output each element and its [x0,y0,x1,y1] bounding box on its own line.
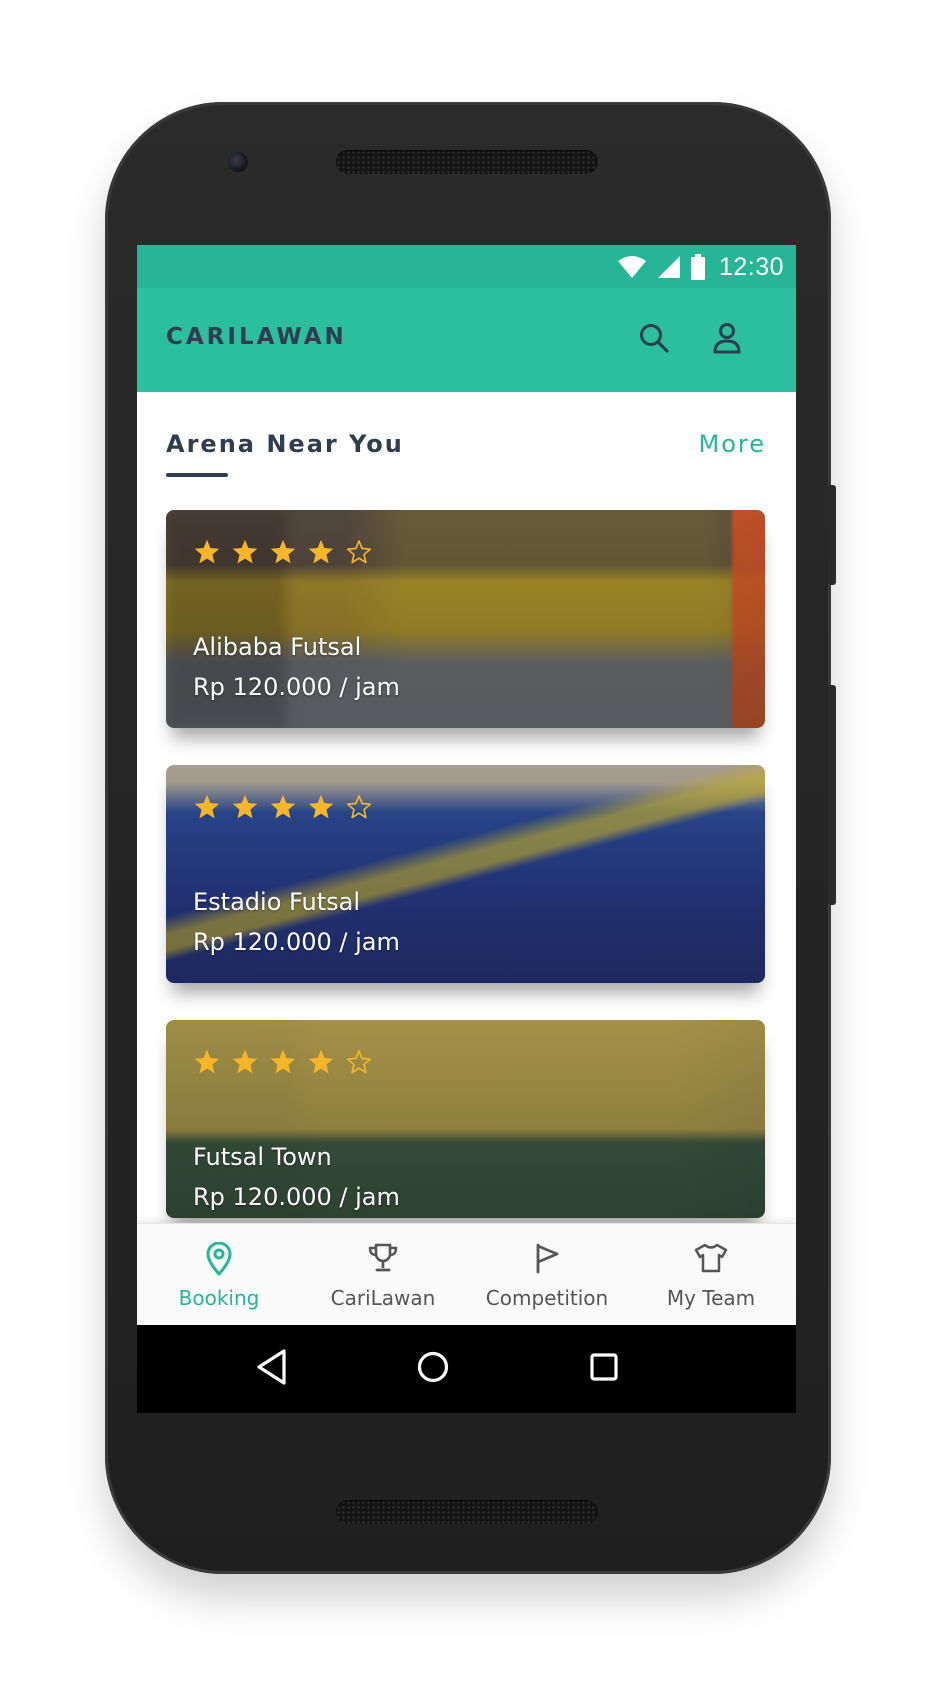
arena-name: Futsal Town [193,1143,332,1171]
star-outline-icon [345,538,373,570]
star-filled-icon [231,793,259,825]
arena-card[interactable]: Futsal Town Rp 120.000 / jam [166,1020,765,1218]
bottom-navigation: Booking CariLawan Competition My Team [137,1223,796,1325]
volume-button [828,685,836,905]
nav-item-booking[interactable]: Booking [137,1224,301,1326]
star-filled-icon [193,1048,221,1080]
back-button[interactable] [248,1345,296,1393]
search-icon [638,322,670,358]
star-outline-icon [345,793,373,825]
star-filled-icon [231,538,259,570]
system-navigation-bar [137,1325,796,1413]
nav-item-my-team[interactable]: My Team [629,1224,793,1326]
home-button[interactable] [409,1345,457,1393]
trophy-icon [367,1242,399,1276]
arena-card[interactable]: Estadio Futsal Rp 120.000 / jam [166,765,765,983]
app-title: CARILAWAN [166,324,347,350]
location-pin-icon [205,1241,233,1276]
nav-label: Booking [178,1286,260,1310]
front-camera [228,152,248,172]
star-filled-icon [193,538,221,570]
rating-stars [193,793,373,825]
arena-card[interactable]: Alibaba Futsal Rp 120.000 / jam [166,510,765,728]
star-filled-icon [307,793,335,825]
arena-price: Rp 120.000 / jam [193,673,400,701]
bottom-speaker [336,1500,598,1524]
profile-button[interactable] [705,318,749,362]
earpiece-speaker [336,150,598,174]
star-filled-icon [231,1048,259,1080]
nav-item-competition[interactable]: Competition [465,1224,629,1326]
recents-button[interactable] [580,1345,628,1393]
flag-icon [533,1242,561,1276]
app-bar: CARILAWAN [137,288,796,392]
star-filled-icon [307,1048,335,1080]
status-bar: 12:30 [137,245,796,288]
jersey-icon [694,1242,728,1276]
arena-price: Rp 120.000 / jam [193,1183,400,1211]
arena-name: Alibaba Futsal [193,633,362,661]
recents-icon [588,1351,620,1387]
home-icon [416,1350,450,1388]
section-header: Arena Near You More [166,430,767,477]
nav-label: My Team [666,1286,756,1310]
rating-stars [193,1048,373,1080]
wifi-icon [617,255,647,279]
rating-stars [193,538,373,570]
section-title: Arena Near You [166,430,404,458]
star-filled-icon [269,1048,297,1080]
more-link[interactable]: More [699,430,767,458]
star-filled-icon [269,538,297,570]
nav-label: Competition [485,1286,609,1310]
nav-item-carilawan[interactable]: CariLawan [301,1224,465,1326]
arena-price: Rp 120.000 / jam [193,928,400,956]
star-filled-icon [193,793,221,825]
star-outline-icon [345,1048,373,1080]
app-screen: 12:30 CARILAWAN Arena Near You More Alib… [137,245,796,1413]
section-underline [166,473,228,477]
star-filled-icon [269,793,297,825]
nav-label: CariLawan [330,1286,436,1310]
arena-name: Estadio Futsal [193,888,360,916]
power-button [828,485,836,585]
back-icon [254,1348,290,1390]
battery-icon [690,254,705,280]
profile-icon [712,322,742,358]
signal-icon [657,255,681,279]
star-filled-icon [307,538,335,570]
search-button[interactable] [632,318,676,362]
status-time: 12:30 [718,252,784,281]
